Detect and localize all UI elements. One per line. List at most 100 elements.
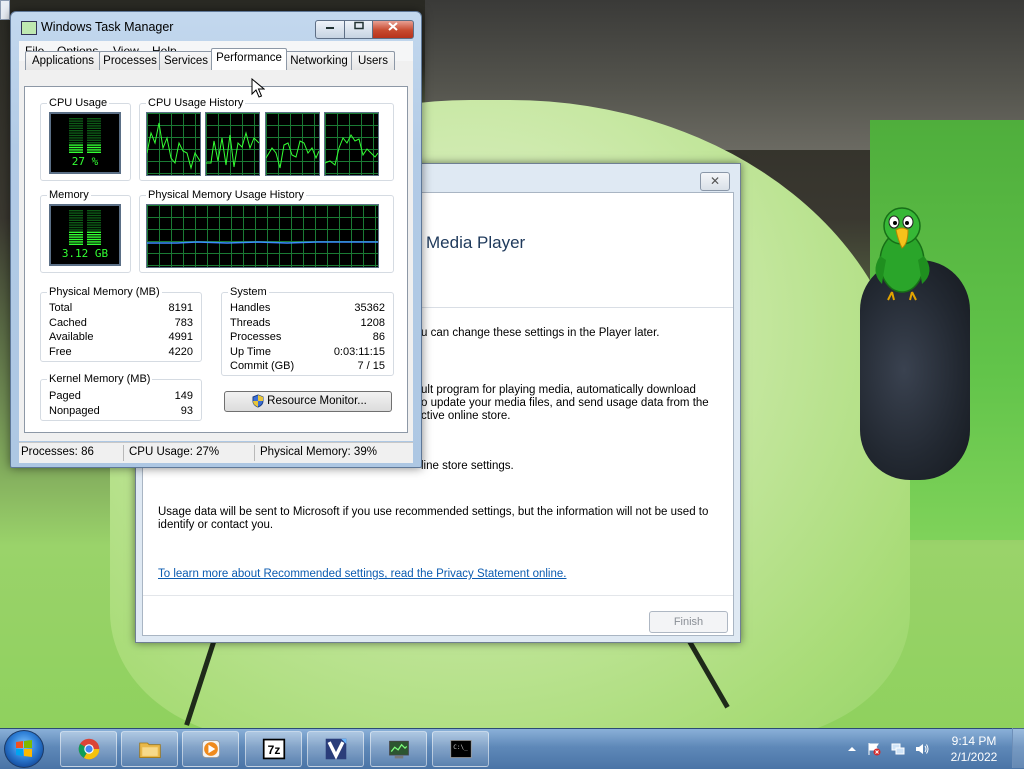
physical-memory-label: Physical Memory (MB) — [47, 286, 162, 298]
cpu-meter-segment — [87, 134, 101, 137]
kernel-memory-label: Kernel Memory (MB) — [47, 373, 153, 385]
settings-later-text: u can change these settings in the Playe… — [421, 327, 660, 339]
7zip-label: 7z — [268, 743, 281, 757]
status-divider — [254, 445, 255, 461]
cpu-meter-segment — [69, 149, 83, 151]
memory-meter-segment — [69, 234, 83, 236]
tab-networking[interactable]: Networking — [285, 51, 353, 70]
show-hidden-icons-icon[interactable] — [845, 742, 859, 756]
tab-users[interactable]: Users — [351, 51, 395, 70]
memory-meter-segment — [69, 217, 83, 219]
stat-label-cached: Cached — [49, 317, 87, 329]
volume-icon[interactable] — [915, 742, 929, 756]
cpu-history-graph-core-2 — [205, 112, 260, 176]
memory-meter-segment — [69, 214, 83, 217]
maximize-button[interactable] — [344, 20, 373, 39]
cpu-usage-group: CPU Usage 27 % — [40, 97, 131, 181]
minimize-icon — [326, 27, 334, 29]
tab-applications[interactable]: Applications — [25, 51, 101, 70]
explorer-icon — [139, 742, 161, 758]
cpu-meter-segment — [69, 118, 83, 120]
tab-processes[interactable]: Processes — [99, 51, 161, 70]
start-button[interactable] — [4, 730, 44, 768]
cpu-history-line-core-2 — [206, 131, 259, 168]
close-button[interactable] — [372, 20, 414, 39]
memory-meter-segment — [69, 219, 83, 221]
memory-meter-segment — [87, 243, 101, 245]
media-player-heading: Media Player — [426, 233, 526, 252]
taskbar-chrome[interactable] — [60, 731, 117, 767]
cpu-history-graph-core-1 — [146, 112, 201, 176]
memory-meter-segment — [69, 238, 83, 241]
memory-meter-segment — [69, 212, 83, 214]
memory-meter-segment — [87, 234, 101, 236]
taskbar-task-manager[interactable] — [370, 731, 427, 767]
stat-value-processes: 86 — [372, 331, 385, 343]
stat-value-nonpaged: 93 — [180, 405, 193, 417]
system-group: System Handles 35362 Threads 1208 Proces… — [221, 286, 394, 376]
action-center-icon[interactable] — [867, 742, 881, 756]
cpu-meter-segment — [69, 125, 83, 127]
resource-monitor-button[interactable]: Resource Monitor... — [224, 391, 392, 412]
cpu-meter-segment — [69, 134, 83, 137]
memory-meter-segment — [69, 241, 83, 243]
finish-button[interactable]: Finish — [649, 611, 728, 633]
cpu-meter-segment — [87, 127, 101, 129]
taskbar-explorer[interactable] — [121, 731, 178, 767]
stat-value-free: 4220 — [168, 346, 193, 358]
memory-meter-segment — [69, 224, 83, 226]
status-bar: Processes: 86 CPU Usage: 27% Physical Me… — [19, 442, 413, 463]
tab-performance[interactable]: Performance — [211, 48, 287, 70]
memory-history-line — [147, 241, 378, 244]
minimize-button[interactable] — [315, 20, 345, 39]
taskbar-cmd[interactable]: C:\_ — [432, 731, 489, 767]
stat-label-processes: Processes — [230, 331, 282, 343]
task-manager-app-icon[interactable] — [21, 21, 37, 35]
cpu-meter-segment — [69, 151, 83, 153]
kernel-memory-group: Kernel Memory (MB) Paged 149 Nonpaged 93 — [40, 373, 202, 421]
stat-label-threads: Threads — [230, 317, 271, 329]
stat-value-paged: 149 — [174, 390, 193, 402]
media-player-close-button[interactable]: ✕ — [700, 172, 730, 191]
taskbar-video-editor[interactable] — [307, 731, 364, 767]
desktop-icon-fragment[interactable] — [0, 0, 10, 20]
memory-meter-segment — [69, 243, 83, 245]
cpu-history-graph-core-3 — [265, 112, 320, 176]
network-icon[interactable] — [891, 742, 905, 756]
memory-group: Memory 3.12 GB — [40, 189, 131, 273]
tab-services[interactable]: Services — [159, 51, 213, 70]
usage-data-line-1: Usage data will be sent to Microsoft if … — [158, 506, 709, 518]
taskbar-media-player[interactable] — [182, 731, 239, 767]
memory-meter-segment — [87, 229, 101, 231]
task-manager-titlebar[interactable]: Windows Task Manager — [11, 12, 421, 39]
uac-shield-icon — [252, 394, 264, 408]
memory-meter-segment — [87, 238, 101, 241]
window-title: Windows Task Manager — [41, 20, 174, 34]
cpu-history-graph-core-4 — [324, 112, 379, 176]
status-cpu: CPU Usage: 27% — [129, 446, 220, 458]
memory-meter-segment — [87, 226, 101, 229]
cpu-meter-segment — [69, 144, 83, 146]
taskbar-7zip[interactable]: 7z — [245, 731, 302, 767]
memory-meter-segment — [87, 236, 101, 238]
recommended-settings-line-3: ctive online store. — [421, 410, 511, 422]
windows-logo-icon — [16, 740, 32, 757]
media-player-footer-divider — [143, 595, 733, 596]
cpu-usage-label: CPU Usage — [47, 97, 110, 109]
task-manager-icon — [389, 740, 409, 759]
memory-meter-segment — [69, 231, 83, 233]
cpu-meter-segment — [87, 139, 101, 141]
system-clock[interactable]: 9:14 PM 2/1/2022 — [942, 733, 1006, 765]
cpu-meter-segment — [87, 142, 101, 144]
stat-label-free: Free — [49, 346, 72, 358]
privacy-statement-link[interactable]: To learn more about Recommended settings… — [158, 568, 566, 580]
memory-label: Memory — [47, 189, 91, 201]
show-desktop-button[interactable] — [1012, 728, 1024, 768]
cpu-meter-segment — [69, 127, 83, 129]
memory-meter-segment — [87, 241, 101, 243]
cpu-meter-segment — [69, 139, 83, 141]
parrot-icon[interactable] — [864, 200, 940, 304]
stat-value-handles: 35362 — [354, 302, 385, 314]
stat-value-commit: 7 / 15 — [357, 360, 385, 372]
memory-meter-segment — [87, 222, 101, 224]
